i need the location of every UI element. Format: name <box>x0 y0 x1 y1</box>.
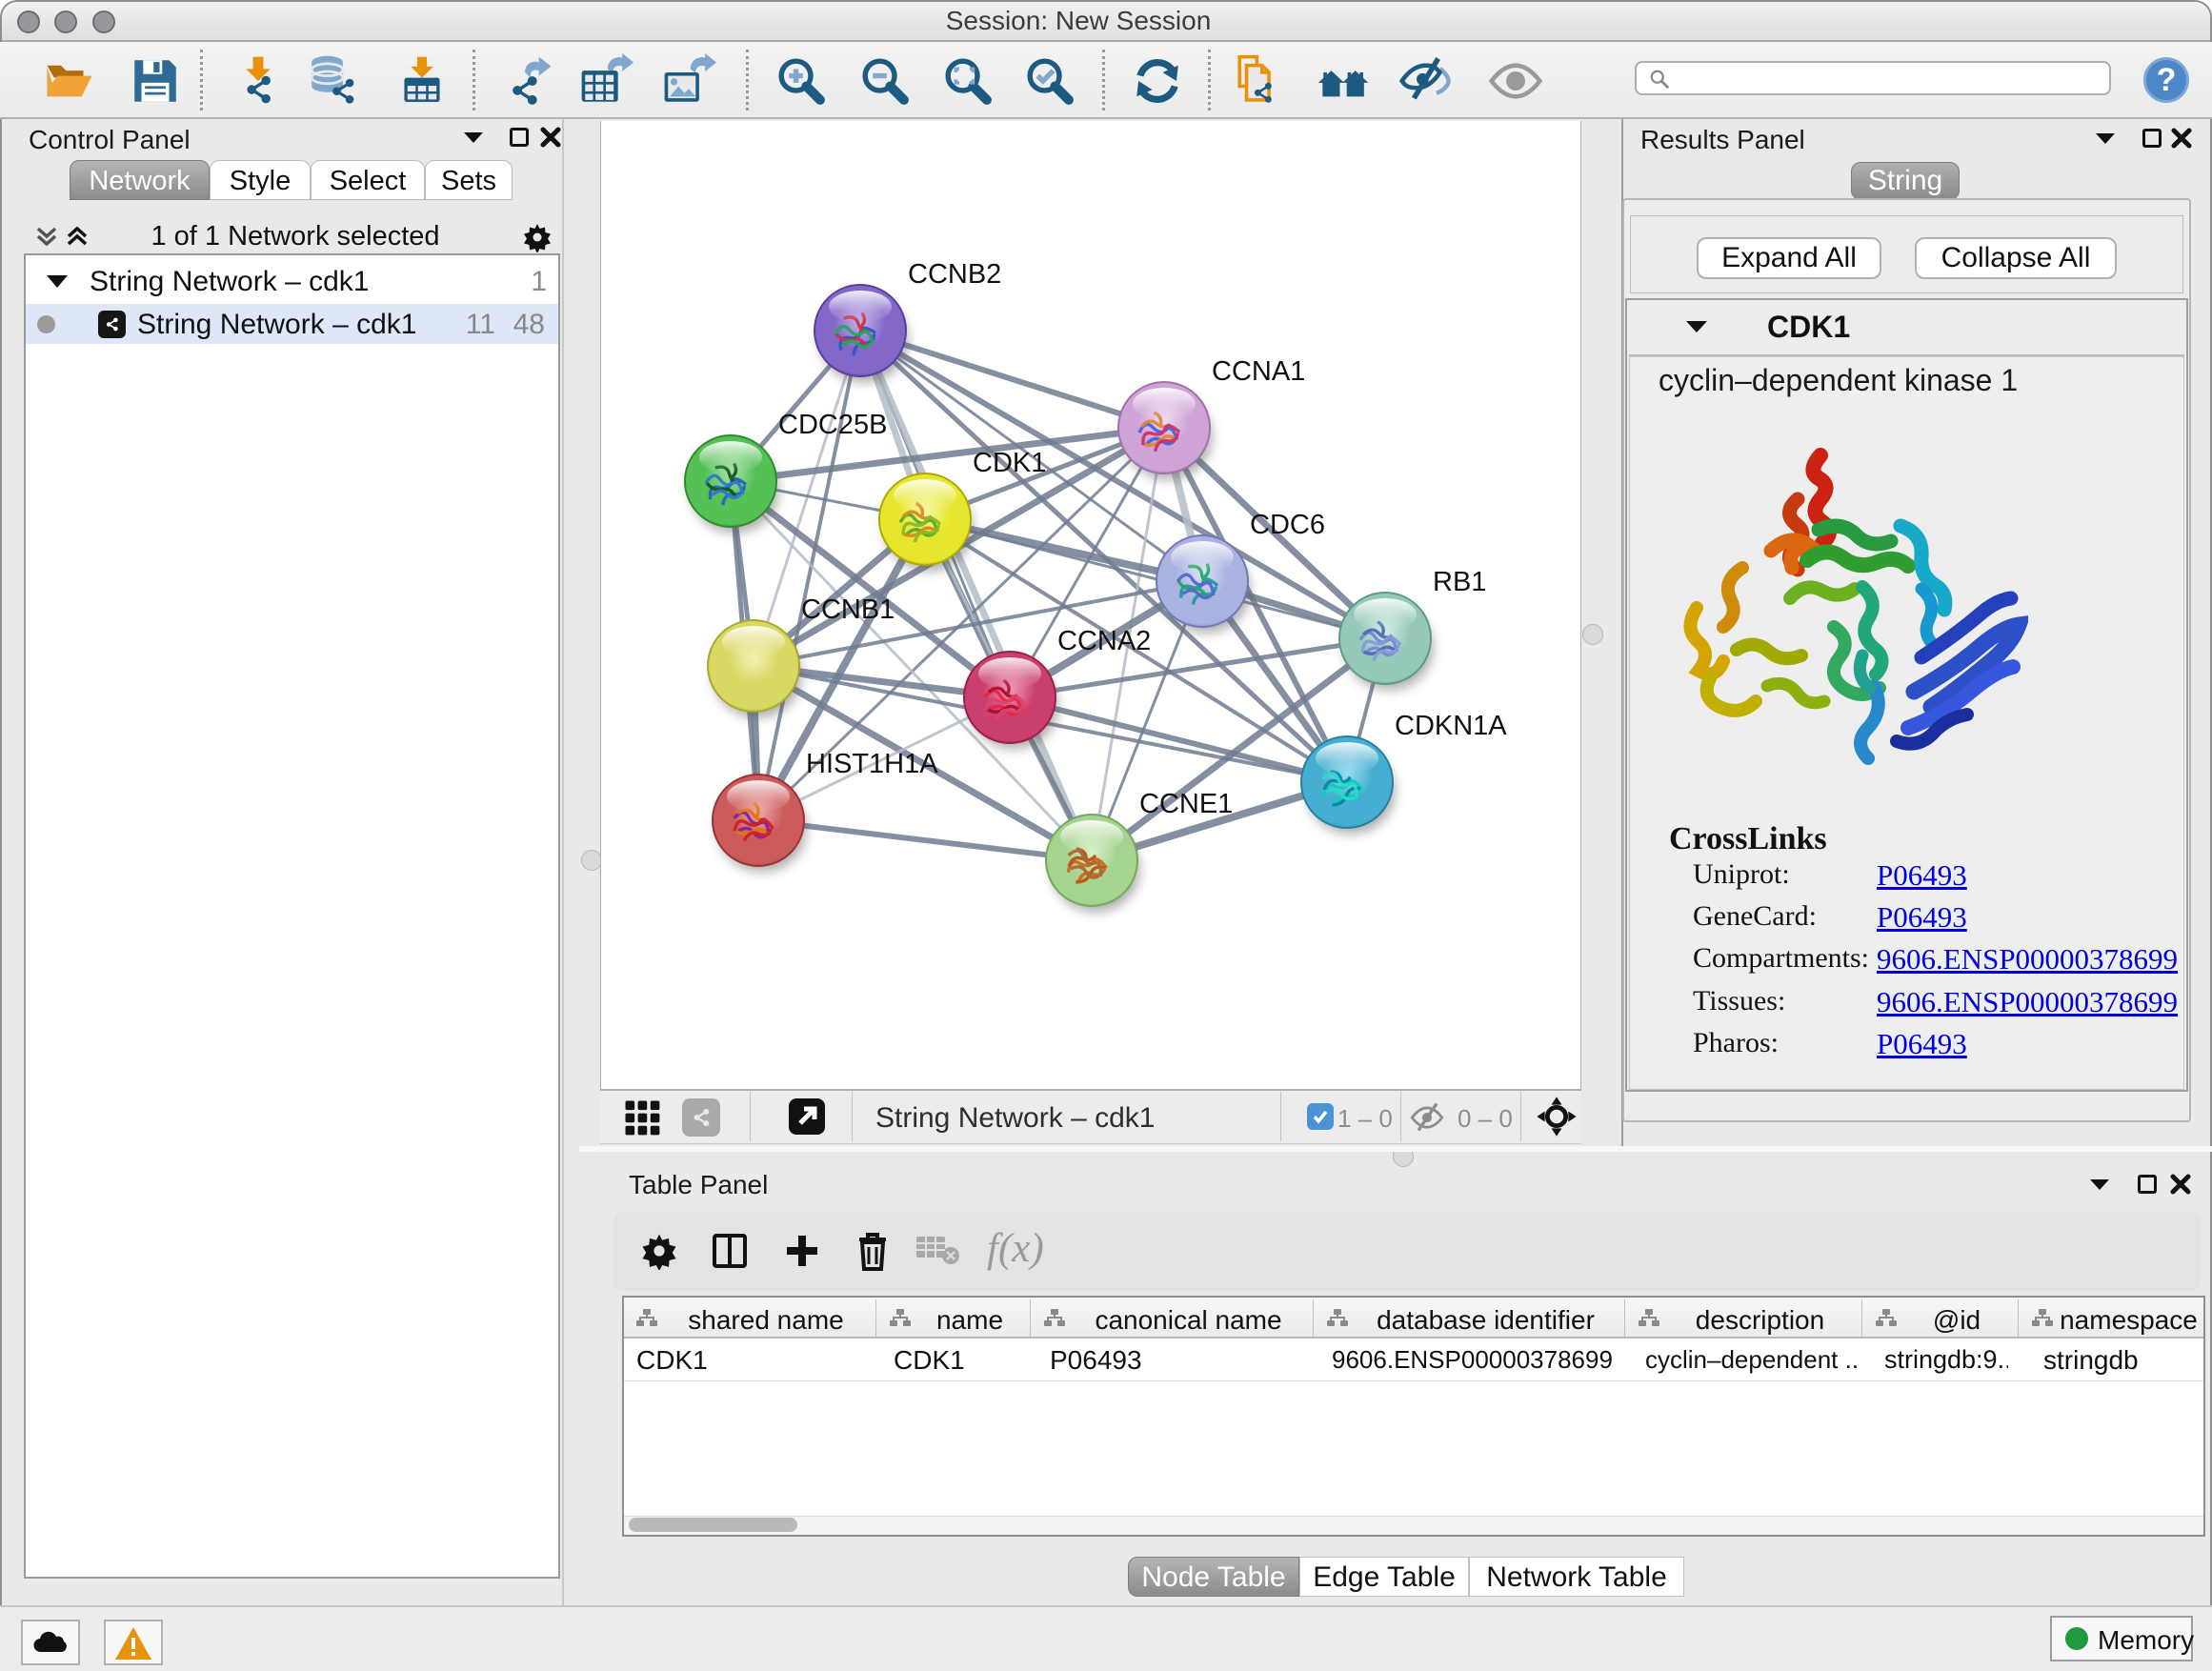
svg-text:CCNA1: CCNA1 <box>1212 356 1305 387</box>
svg-text:RB1: RB1 <box>1433 567 1486 597</box>
svg-text:CDKN1A: CDKN1A <box>1395 711 1507 741</box>
svg-text:CCNB2: CCNB2 <box>908 259 1001 290</box>
svg-text:CDC25B: CDC25B <box>778 410 887 440</box>
svg-text:CCNA2: CCNA2 <box>1057 626 1151 656</box>
svg-text:CDK1: CDK1 <box>973 448 1046 478</box>
svg-text:CDC6: CDC6 <box>1250 510 1325 540</box>
svg-text:CCNE1: CCNE1 <box>1139 789 1233 819</box>
svg-text:HIST1H1A: HIST1H1A <box>806 749 938 779</box>
svg-text:CCNB1: CCNB1 <box>801 594 895 625</box>
